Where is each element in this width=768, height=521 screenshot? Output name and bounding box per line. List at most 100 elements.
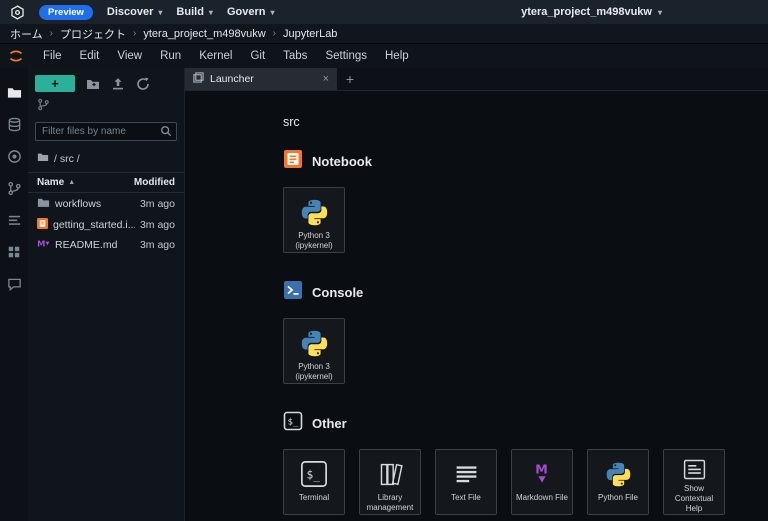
- git-status-row: [28, 95, 184, 120]
- upload-icon[interactable]: [111, 77, 125, 91]
- section-title: Other: [312, 416, 347, 431]
- folder-icon: [37, 196, 50, 212]
- text-file-icon: [453, 456, 480, 492]
- file-row-readme[interactable]: M README.md 3m ago: [28, 235, 184, 255]
- jupyter-menubar: File Edit View Run Kernel Git Tabs Setti…: [0, 44, 768, 68]
- launcher-card-library-management[interactable]: Library management: [359, 449, 421, 515]
- console-section-icon: [283, 280, 303, 305]
- contextual-help-icon: [681, 456, 708, 483]
- close-icon[interactable]: ×: [323, 73, 329, 85]
- launcher-card-console-python3[interactable]: Python 3 (ipykernel): [283, 318, 345, 384]
- file-path-breadcrumb[interactable]: / src /: [28, 149, 184, 172]
- platform-logo-icon: [10, 4, 25, 20]
- menu-settings[interactable]: Settings: [316, 50, 376, 62]
- launcher-card-notebook-python3[interactable]: Python 3 (ipykernel): [283, 187, 345, 253]
- launcher-card-contextual-help[interactable]: Show Contextual Help: [663, 449, 725, 515]
- menu-kernel[interactable]: Kernel: [190, 50, 241, 62]
- new-tab-button[interactable]: +: [337, 68, 363, 90]
- sort-ascending-icon: ▲: [68, 179, 76, 186]
- extensions-icon[interactable]: [0, 236, 28, 268]
- launcher-current-directory: src: [283, 115, 300, 129]
- jupyter-logo-icon: [8, 48, 24, 64]
- menu-edit[interactable]: Edit: [71, 50, 109, 62]
- chevron-down-icon: ▾: [208, 7, 213, 17]
- launcher-section-notebook: Notebook Python 3 (ipykernel): [283, 149, 768, 253]
- terminal-section-icon: $_: [283, 411, 303, 436]
- table-of-contents-icon[interactable]: [0, 204, 28, 236]
- tab-bar: Launcher × +: [185, 68, 768, 91]
- menu-help[interactable]: Help: [376, 50, 418, 62]
- column-modified-header[interactable]: Modified: [134, 177, 175, 188]
- column-name-header[interactable]: Name ▲: [37, 177, 134, 188]
- menu-file[interactable]: File: [34, 50, 71, 62]
- launcher-tab-icon: [193, 72, 204, 86]
- search-icon[interactable]: [160, 125, 172, 140]
- breadcrumb-home[interactable]: ホーム: [10, 26, 43, 42]
- data-stack-icon[interactable]: [0, 108, 28, 140]
- git-icon[interactable]: [0, 172, 28, 204]
- launcher-card-terminal[interactable]: $_ Terminal: [283, 449, 345, 515]
- left-activity-bar: [0, 68, 28, 521]
- home-folder-icon: [37, 151, 49, 166]
- main-work-area: Launcher × + src Notebook Python 3 (ipyk…: [185, 68, 768, 521]
- python-logo-icon: [300, 194, 329, 230]
- breadcrumb: ホーム › プロジェクト › ytera_project_m498vukw › …: [0, 24, 768, 44]
- file-row-getting-started[interactable]: getting_started.i... 3m ago: [28, 215, 184, 235]
- chevron-down-icon: ▾: [657, 7, 662, 17]
- launcher-section-console: Console Python 3 (ipykernel): [283, 280, 768, 384]
- chevron-down-icon: ▾: [270, 7, 275, 17]
- project-selector[interactable]: ytera_project_m498vukw ▾: [521, 6, 662, 18]
- comments-icon[interactable]: [0, 268, 28, 300]
- refresh-icon[interactable]: [136, 77, 150, 91]
- breadcrumb-project-name[interactable]: ytera_project_m498vukw: [143, 28, 265, 40]
- section-title: Notebook: [312, 154, 372, 169]
- breadcrumb-separator: ›: [272, 28, 276, 39]
- file-browser-toolbar: +: [28, 68, 184, 95]
- svg-text:M: M: [535, 461, 548, 476]
- menu-govern[interactable]: Govern ▾: [227, 6, 275, 18]
- tab-launcher[interactable]: Launcher ×: [185, 68, 337, 90]
- launcher-card-text-file[interactable]: Text File: [435, 449, 497, 515]
- notebook-section-icon: [283, 149, 303, 174]
- python-logo-icon: [300, 325, 329, 361]
- chevron-down-icon: ▾: [158, 7, 163, 17]
- menu-run[interactable]: Run: [151, 50, 190, 62]
- jupyterlab-body: + Filter files by name / src / Name ▲ Mo…: [0, 68, 768, 521]
- markdown-icon: M: [529, 456, 556, 492]
- platform-topbar: Preview Discover ▾ Build ▾ Govern ▾ yter…: [0, 0, 768, 24]
- preview-badge[interactable]: Preview: [39, 4, 93, 20]
- notebook-file-icon: [37, 218, 48, 232]
- menu-tabs[interactable]: Tabs: [274, 50, 316, 62]
- library-icon: [377, 456, 404, 492]
- new-launcher-button[interactable]: +: [35, 75, 75, 92]
- launcher-section-other: $_ Other $_ Terminal Library management …: [283, 411, 768, 515]
- breadcrumb-jupyterlab: JupyterLab: [283, 27, 338, 40]
- filter-files-input[interactable]: [35, 122, 177, 141]
- launcher-panel: src Notebook Python 3 (ipykernel) Consol…: [185, 91, 768, 521]
- breadcrumb-separator: ›: [49, 28, 54, 39]
- launcher-card-python-file[interactable]: Python File: [587, 449, 649, 515]
- section-title: Console: [312, 285, 364, 300]
- git-branch-icon[interactable]: [37, 98, 50, 114]
- svg-text:$_: $_: [288, 418, 299, 428]
- launcher-card-markdown-file[interactable]: M Markdown File: [511, 449, 573, 515]
- running-kernels-icon[interactable]: [0, 140, 28, 172]
- file-browser-panel: + Filter files by name / src / Name ▲ Mo…: [28, 68, 185, 521]
- new-folder-icon[interactable]: [86, 77, 100, 91]
- file-row-workflows[interactable]: workflows 3m ago: [28, 193, 184, 215]
- filter-files-wrap: [35, 122, 177, 141]
- python-logo-icon: [605, 456, 632, 492]
- app-window: Preview Discover ▾ Build ▾ Govern ▾ yter…: [0, 0, 768, 521]
- svg-text:$_: $_: [307, 469, 321, 482]
- svg-text:M: M: [37, 238, 45, 248]
- file-list-header: Name ▲ Modified: [28, 172, 184, 193]
- menu-view[interactable]: View: [108, 50, 151, 62]
- breadcrumb-separator: ›: [133, 28, 137, 39]
- menu-build[interactable]: Build ▾: [176, 6, 213, 18]
- file-browser-icon[interactable]: [0, 76, 28, 108]
- menu-discover[interactable]: Discover ▾: [107, 6, 163, 18]
- terminal-icon: $_: [300, 456, 328, 492]
- menu-git[interactable]: Git: [241, 50, 274, 62]
- markdown-file-icon: M: [37, 238, 50, 252]
- breadcrumb-projects[interactable]: プロジェクト: [60, 26, 126, 42]
